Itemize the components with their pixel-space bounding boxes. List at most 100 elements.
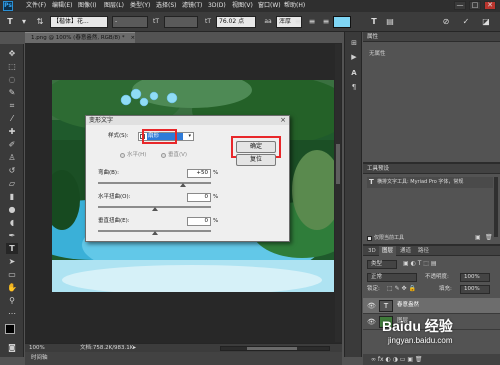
history-panel-icon[interactable]: ⊞ bbox=[349, 38, 359, 48]
tab-layers[interactable]: 图层 bbox=[379, 246, 397, 256]
orientation-toggle-icon[interactable]: ⇅ bbox=[34, 16, 46, 28]
foreground-color-swatch[interactable] bbox=[5, 324, 15, 334]
document-tab[interactable]: 1.png @ 100% (春意盎然, RGB/8) * × bbox=[25, 32, 135, 43]
type-tool-icon[interactable]: T bbox=[6, 243, 18, 254]
move-tool-icon[interactable]: ✥ bbox=[6, 48, 18, 59]
blur-tool-icon[interactable]: ● bbox=[6, 204, 18, 215]
lasso-tool-icon[interactable]: ◌ bbox=[6, 74, 18, 85]
horizontal-radio[interactable] bbox=[120, 153, 125, 158]
filter-icons[interactable]: ▣ ◐ T ⬚ ▤ bbox=[403, 261, 437, 267]
layer-row-text[interactable]: 👁 T 春意盎然 bbox=[363, 298, 500, 314]
dropdown-arrow-icon[interactable]: ▾ bbox=[18, 16, 30, 28]
font-size-input[interactable]: 76.02 点 bbox=[216, 16, 256, 28]
new-preset-icon[interactable]: ▣ bbox=[475, 235, 481, 241]
zoom-level[interactable]: 100% bbox=[29, 345, 45, 352]
vertical-scrollbar[interactable] bbox=[335, 44, 341, 342]
dialog-close-icon[interactable]: × bbox=[280, 117, 286, 124]
visibility-eye-icon[interactable]: 👁 bbox=[367, 318, 376, 326]
menu-view[interactable]: 视图(V) bbox=[232, 3, 253, 9]
blend-mode-select[interactable]: 正常 bbox=[367, 273, 417, 282]
vertical-distortion-input[interactable]: 0 bbox=[187, 217, 211, 226]
actions-panel-icon[interactable]: ▶ bbox=[349, 52, 359, 62]
menu-image[interactable]: 图像(I) bbox=[78, 3, 96, 9]
bend-input[interactable]: +50 bbox=[187, 169, 211, 178]
status-arrow-icon[interactable]: ▸ bbox=[133, 345, 136, 351]
menu-select[interactable]: 选择(S) bbox=[156, 3, 177, 9]
align-center-icon[interactable]: ≡ bbox=[306, 16, 318, 28]
timeline-label[interactable]: 时间轴 bbox=[31, 355, 48, 362]
pen-tool-icon[interactable]: ✒ bbox=[6, 230, 18, 241]
menu-window[interactable]: 窗口(W) bbox=[258, 3, 281, 9]
text-color-swatch[interactable] bbox=[333, 16, 351, 28]
paragraph-panel-icon[interactable]: ¶ bbox=[349, 82, 359, 92]
font-style-extra-select[interactable] bbox=[164, 16, 198, 28]
character-panel-icon[interactable]: ▤ bbox=[384, 16, 396, 28]
rectangle-tool-icon[interactable]: ▭ bbox=[6, 269, 18, 280]
preset-row[interactable]: T 横排文字工具: Myriad Pro 字体，常规 bbox=[367, 177, 493, 188]
current-tool-checkbox[interactable] bbox=[367, 236, 372, 241]
zoom-tool-icon[interactable]: ⚲ bbox=[6, 295, 18, 306]
commit-edit-icon[interactable]: ✓ bbox=[460, 16, 472, 28]
warp-text-icon[interactable]: T bbox=[368, 16, 380, 28]
horizontal-scrollbar[interactable] bbox=[220, 346, 330, 351]
menu-help[interactable]: 帮助(H) bbox=[284, 3, 305, 9]
marquee-tool-icon[interactable]: ⬚ bbox=[6, 61, 18, 72]
menu-edit[interactable]: 编辑(E) bbox=[52, 3, 72, 9]
quick-mask-icon[interactable]: ◙ bbox=[6, 342, 18, 353]
layer-filter-kind[interactable]: 类型 bbox=[367, 260, 397, 269]
eyedropper-tool-icon[interactable]: ⁄ bbox=[6, 113, 18, 124]
type-tool-icon[interactable]: T bbox=[4, 16, 16, 28]
cancel-edit-icon[interactable]: ⊘ bbox=[440, 16, 452, 28]
gradient-tool-icon[interactable]: ▮ bbox=[6, 191, 18, 202]
align-right-icon[interactable]: ≡ bbox=[320, 16, 332, 28]
path-selection-tool-icon[interactable]: ➤ bbox=[6, 256, 18, 267]
reset-button[interactable]: 复位 bbox=[236, 154, 276, 166]
maximize-button[interactable]: □ bbox=[469, 1, 481, 10]
menu-file[interactable]: 文件(F) bbox=[26, 3, 46, 9]
lock-icons[interactable]: ⬚ ✎ ✥ 🔒 bbox=[387, 286, 416, 292]
edit-toolbar-icon[interactable]: ⋯ bbox=[6, 308, 18, 319]
scrollbar-thumb[interactable] bbox=[247, 347, 297, 350]
healing-brush-tool-icon[interactable]: ✚ bbox=[6, 126, 18, 137]
scrollbar-thumb[interactable] bbox=[336, 144, 340, 184]
vertical-radio[interactable] bbox=[161, 153, 166, 158]
dodge-tool-icon[interactable]: ◖ bbox=[6, 217, 18, 228]
menu-layer[interactable]: 图层(L) bbox=[104, 3, 124, 9]
delete-preset-icon[interactable]: 🗑 bbox=[485, 235, 493, 241]
menu-filter[interactable]: 滤镜(T) bbox=[182, 3, 202, 9]
eraser-tool-icon[interactable]: ▱ bbox=[6, 178, 18, 189]
no-properties-text: 无属性 bbox=[369, 51, 386, 57]
fill-input[interactable]: 100% bbox=[460, 285, 490, 294]
hand-tool-icon[interactable]: ✋ bbox=[6, 282, 18, 293]
character-panel-icon[interactable]: A bbox=[349, 68, 359, 78]
crop-tool-icon[interactable]: ⌗ bbox=[6, 100, 18, 111]
menu-3d[interactable]: 3D(D) bbox=[208, 3, 226, 9]
tool-presets-title[interactable]: 工具预设 bbox=[367, 166, 389, 172]
preset-label: 横排文字工具: Myriad Pro 字体，常规 bbox=[377, 179, 464, 185]
brush-tool-icon[interactable]: ✐ bbox=[6, 139, 18, 150]
quick-select-tool-icon[interactable]: ✎ bbox=[6, 87, 18, 98]
layer-footer-icons[interactable]: ∞ fx ◐ ◑ ▭ ▣ 🗑 bbox=[371, 357, 423, 363]
close-tab-icon[interactable]: × bbox=[130, 35, 135, 41]
horizontal-distortion-knob[interactable] bbox=[151, 207, 158, 211]
tab-3d[interactable]: 3D bbox=[365, 246, 379, 256]
3d-text-icon[interactable]: ◪ bbox=[480, 16, 492, 28]
presets-scrollbar[interactable] bbox=[494, 177, 498, 237]
minimize-button[interactable]: — bbox=[454, 1, 466, 10]
close-window-button[interactable]: ✕ bbox=[484, 1, 496, 10]
vertical-distortion-knob[interactable] bbox=[151, 231, 158, 235]
opacity-input[interactable]: 100% bbox=[460, 273, 490, 282]
menu-type[interactable]: 类型(Y) bbox=[130, 3, 150, 9]
bend-slider-knob[interactable] bbox=[179, 183, 186, 187]
history-brush-tool-icon[interactable]: ↺ bbox=[6, 165, 18, 176]
tab-paths[interactable]: 路径 bbox=[415, 246, 432, 256]
horizontal-distortion-input[interactable]: 0 bbox=[187, 193, 211, 202]
properties-title[interactable]: 属性 bbox=[367, 34, 378, 40]
font-style-select[interactable]: - bbox=[112, 16, 148, 28]
align-left-icon[interactable]: ≡ bbox=[292, 16, 304, 28]
visibility-eye-icon[interactable]: 👁 bbox=[367, 302, 376, 310]
clone-stamp-tool-icon[interactable]: ♙ bbox=[6, 152, 18, 163]
tab-channels[interactable]: 通道 bbox=[397, 246, 414, 256]
bend-slider[interactable] bbox=[98, 182, 211, 184]
font-family-select[interactable]: 【楷体】花... bbox=[50, 16, 108, 28]
